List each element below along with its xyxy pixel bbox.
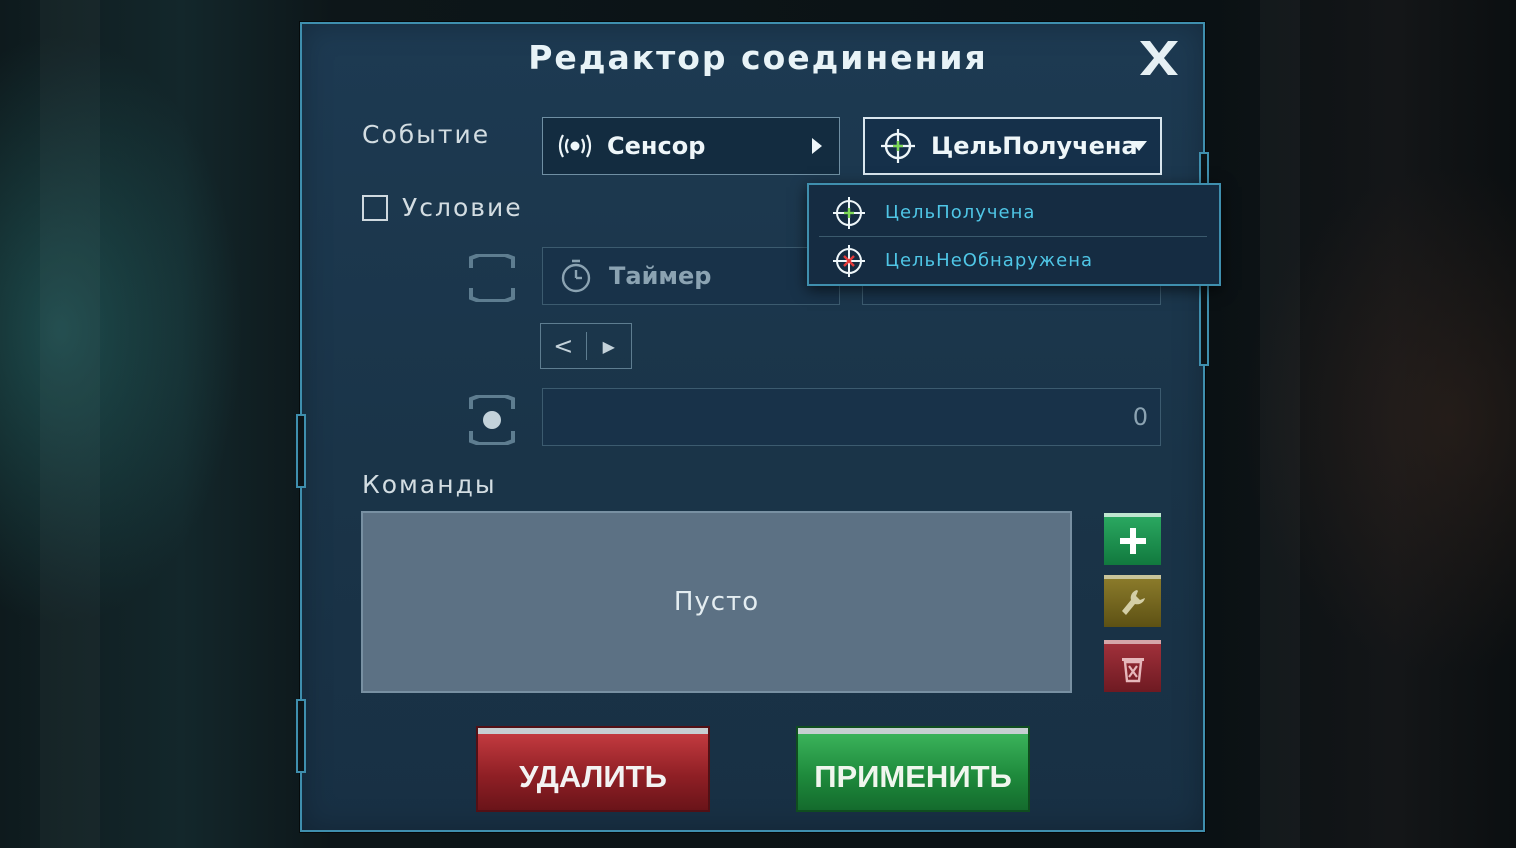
- close-button[interactable]: [1136, 38, 1182, 78]
- dropdown-option-label: ЦельНеОбнаружена: [885, 250, 1094, 271]
- event-type-label: ЦельПолучена: [931, 132, 1138, 160]
- condition-source-frame-icon: [469, 254, 515, 302]
- background-structure: [1260, 0, 1300, 848]
- stopwatch-icon: [561, 259, 591, 293]
- condition-value-text: 0: [1132, 403, 1148, 431]
- value-source-frame-icon: [469, 395, 515, 445]
- edit-command-button[interactable]: [1104, 575, 1161, 627]
- dropdown-option-target-acquired[interactable]: ЦельПолучена: [809, 189, 1219, 236]
- commands-label: Команды: [362, 470, 497, 499]
- event-label: Событие: [362, 120, 491, 149]
- panel-notch: [296, 414, 306, 488]
- condition-value-input[interactable]: 0: [542, 388, 1161, 446]
- close-icon: [1140, 41, 1178, 75]
- dropdown-option-label: ЦельПолучена: [885, 202, 1036, 223]
- delete-button-label: УДАЛИТЬ: [519, 759, 667, 794]
- apply-button-label: ПРИМЕНИТЬ: [814, 759, 1012, 794]
- dropdown-option-target-lost[interactable]: ЦельНеОбнаружена: [809, 237, 1219, 284]
- sensor-icon: [558, 134, 592, 158]
- trash-icon: [1121, 658, 1144, 683]
- delete-button[interactable]: УДАЛИТЬ: [478, 728, 708, 810]
- commands-empty-text: Пусто: [673, 587, 760, 617]
- add-command-button[interactable]: [1104, 513, 1161, 565]
- wrench-icon: [1121, 590, 1145, 615]
- event-type-dropdown: ЦельПолучена ЦельНеОбнаружена: [807, 183, 1221, 286]
- condition-source-select[interactable]: Таймер: [542, 247, 840, 305]
- panel-notch: [296, 699, 306, 773]
- commands-list[interactable]: Пусто: [361, 511, 1072, 693]
- previous-arrow-button[interactable]: <: [541, 332, 586, 360]
- apply-button[interactable]: ПРИМЕНИТЬ: [798, 728, 1028, 810]
- background-structure: [40, 0, 100, 848]
- condition-pager: < ▶: [540, 323, 632, 369]
- arrow-right-icon: [812, 138, 822, 154]
- event-source-select[interactable]: Сенсор: [542, 117, 840, 175]
- condition-source-label: Таймер: [609, 262, 712, 290]
- event-type-select[interactable]: ЦельПолучена: [863, 117, 1162, 175]
- target-lost-icon: [833, 244, 865, 277]
- crosshair-icon: [881, 129, 915, 163]
- condition-label: Условие: [402, 193, 523, 222]
- next-arrow-button[interactable]: ▶: [587, 337, 632, 356]
- event-source-label: Сенсор: [607, 132, 706, 160]
- chevron-down-icon: [1131, 141, 1147, 151]
- plus-icon: [1119, 528, 1146, 554]
- dialog-title: Редактор соединения: [528, 38, 988, 77]
- target-acquired-icon: [833, 196, 865, 229]
- condition-checkbox[interactable]: [362, 195, 388, 221]
- delete-command-button[interactable]: [1104, 640, 1161, 692]
